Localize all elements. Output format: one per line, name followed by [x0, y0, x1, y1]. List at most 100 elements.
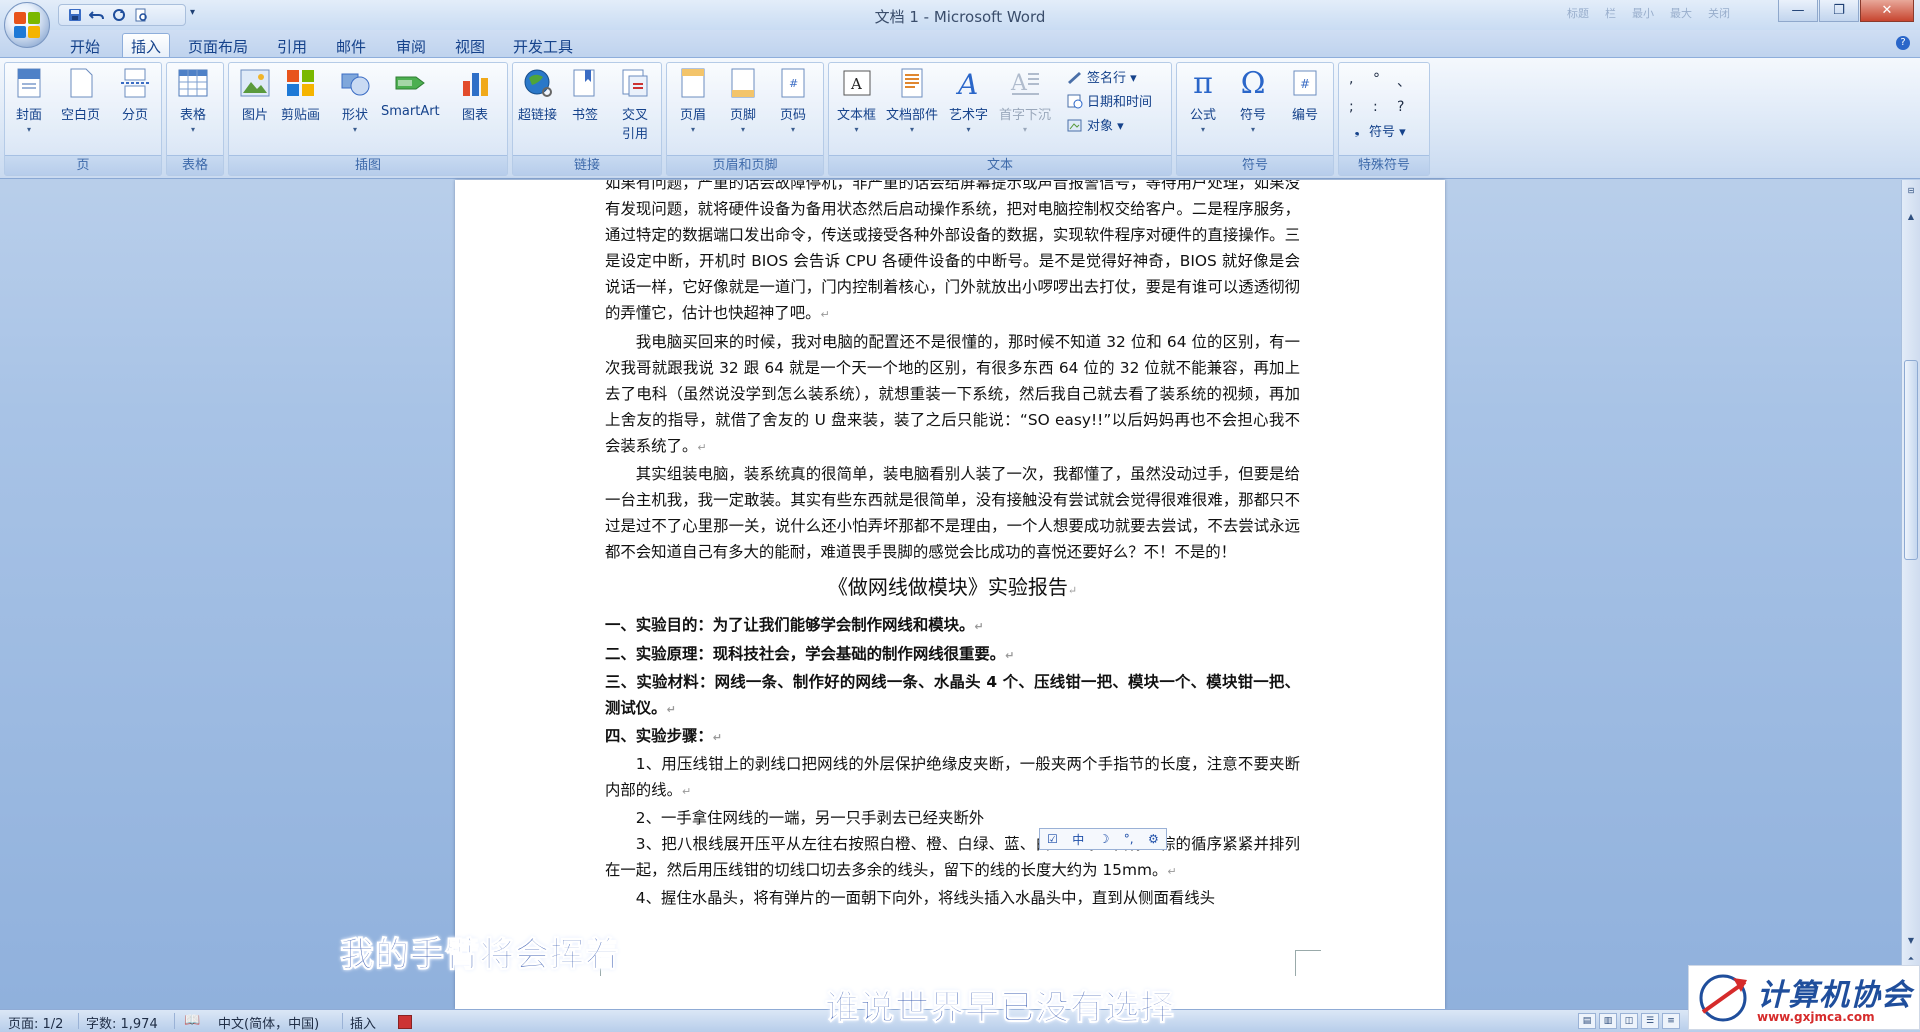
footer-button[interactable]: 页脚 ▾ — [727, 67, 759, 134]
svg-text:A: A — [850, 75, 862, 93]
full-screen-reading-icon[interactable]: ▥ — [1599, 1013, 1617, 1029]
table-button[interactable]: 表格 ▾ — [177, 67, 209, 134]
close-button[interactable]: ✕ — [1860, 0, 1914, 22]
word-count[interactable]: 字数: 1,974 — [86, 1013, 158, 1032]
quick-parts-button[interactable]: 文档部件 ▾ — [886, 67, 938, 134]
button-label: 页码 — [779, 108, 806, 123]
tab-insert[interactable]: 插入 — [122, 33, 171, 58]
svg-text:#: # — [789, 77, 798, 90]
document-text[interactable]: 如果有问题，严重的话会故障停机，非严重的话会给屏幕提示或声音报警信号，等待用户处… — [605, 180, 1300, 911]
scrollbar-thumb[interactable] — [1904, 360, 1918, 560]
tab-view[interactable]: 视图 — [455, 34, 485, 57]
help-icon[interactable]: ? — [1896, 36, 1910, 50]
ime-toggle-icon[interactable]: ☑ — [1047, 832, 1058, 846]
group-label: 文本 — [829, 155, 1171, 175]
clip-art-button[interactable]: 剪贴画 — [281, 67, 320, 123]
group-label: 插图 — [229, 155, 507, 175]
page-number-button[interactable]: # 页码 ▾ — [777, 67, 809, 134]
restore-button[interactable]: ❐ — [1819, 0, 1859, 22]
minimize-button[interactable]: — — [1778, 0, 1818, 22]
tab-references[interactable]: 引用 — [277, 34, 307, 57]
group-label: 页眉和页脚 — [667, 155, 823, 175]
chart-button[interactable]: 图表 — [459, 67, 491, 123]
view-buttons: ▤ ▥ ◫ ☰ ≡ — [1578, 1013, 1680, 1029]
insert-mode[interactable]: 插入 — [350, 1013, 376, 1032]
language-indicator[interactable]: 中文(简体，中国) — [218, 1013, 319, 1032]
symbol-button[interactable]: Ω 符号 ▾ — [1237, 66, 1269, 135]
group-illustrations: 图片 剪贴画 形状 ▾ SmartArt 图表 插图 — [228, 62, 508, 176]
vertical-scrollbar[interactable]: ⊟ ▲ ▼ ⏶ ● ⏷ — [1901, 180, 1920, 1009]
symbol-colon[interactable]: : — [1373, 99, 1397, 115]
scroll-down-icon[interactable]: ▼ — [1904, 934, 1918, 948]
symbol-dunhao[interactable]: 、 — [1397, 71, 1421, 91]
cover-page-button[interactable]: 封面 ▾ — [13, 67, 45, 134]
blank-page-icon — [65, 67, 97, 99]
ribbon: 封面 ▾ 空白页 分页 页 表格 ▾ 表格 图片 剪贴画 形状 ▾ SmartA… — [0, 57, 1920, 179]
moon-icon[interactable]: ☽ — [1099, 832, 1110, 846]
outline-view-icon[interactable]: ☰ — [1641, 1013, 1659, 1029]
page-break-button[interactable]: 分页 — [119, 67, 151, 123]
wordart-icon: A — [953, 67, 985, 99]
tab-developer[interactable]: 开发工具 — [513, 34, 573, 57]
step-paragraph: 3、把八根线展开压平从左往右按照白橙、橙、白绿、蓝、白蓝、绿、白棕、棕的循序紧紧… — [605, 835, 1300, 880]
title-bar: ▾ 文档 1 - Microsoft Word 标题 栏 最小 最大 关闭 — … — [0, 0, 1920, 30]
draft-view-icon[interactable]: ≡ — [1662, 1013, 1680, 1029]
gear-icon[interactable]: ⚙ — [1148, 832, 1159, 846]
tab-home[interactable]: 开始 — [70, 34, 100, 57]
button-label: 形状 — [341, 108, 368, 123]
object-button[interactable]: 对象 ▾ — [1067, 115, 1124, 134]
header-button[interactable]: 页眉 ▾ — [677, 67, 709, 134]
cover-page-icon — [13, 67, 45, 99]
symbol-question[interactable]: ? — [1397, 99, 1421, 115]
dropdown-arrow-icon: ▾ — [1200, 125, 1205, 134]
tab-mailings[interactable]: 邮件 — [336, 34, 366, 57]
drop-cap-button[interactable]: A 首字下沉 ▾ — [999, 67, 1051, 134]
button-label: 表格 — [179, 108, 206, 123]
tab-page-layout[interactable]: 页面布局 — [188, 34, 248, 57]
button-label: 分页 — [121, 108, 148, 123]
print-layout-view-icon[interactable]: ▤ — [1578, 1013, 1596, 1029]
smartart-button[interactable]: SmartArt — [381, 67, 440, 119]
signature-pen-icon — [1067, 69, 1083, 85]
hyperlink-button[interactable]: 超链接 — [518, 67, 557, 123]
ime-chinese-mode[interactable]: 中 — [1072, 831, 1084, 848]
ruler-toggle-icon[interactable]: ⊟ — [1904, 184, 1918, 198]
previous-page-icon[interactable]: ⏶ — [1904, 952, 1918, 966]
cross-reference-button[interactable]: 交叉引用 — [619, 67, 651, 142]
picture-button[interactable]: 图片 — [239, 67, 271, 123]
macro-record-icon[interactable] — [398, 1015, 412, 1029]
tab-review[interactable]: 审阅 — [396, 34, 426, 57]
button-label: 交叉引用 — [621, 108, 648, 142]
signature-line-button[interactable]: 签名行 ▾ — [1067, 67, 1137, 86]
smartart-icon — [394, 67, 426, 99]
wordart-button[interactable]: A 艺术字 ▾ — [949, 67, 988, 134]
web-layout-icon[interactable]: ◫ — [1620, 1013, 1638, 1029]
shapes-button[interactable]: 形状 ▾ — [339, 67, 371, 134]
group-links: 超链接 书签 交叉引用 链接 — [512, 62, 662, 176]
button-label: 编号 — [1291, 108, 1318, 123]
group-label: 链接 — [513, 155, 661, 175]
symbol-comma[interactable]: , — [1349, 71, 1373, 91]
date-time-button[interactable]: 日期和时间 — [1067, 91, 1152, 110]
svg-text:A: A — [1010, 71, 1028, 96]
text-box-button[interactable]: A 文本框 ▾ — [837, 67, 876, 134]
symbol-degree[interactable]: ° — [1373, 71, 1397, 91]
special-symbol-button[interactable]: ❟ 符号 ▾ — [1349, 121, 1406, 140]
blank-page-button[interactable]: 空白页 — [61, 67, 100, 123]
button-label: 页眉 — [679, 108, 706, 123]
button-label: 空白页 — [61, 108, 101, 123]
equation-button[interactable]: π 公式 ▾ — [1187, 66, 1219, 135]
document-page[interactable]: 如果有问题，严重的话会故障停机，非严重的话会给屏幕提示或声音报警信号，等待用户处… — [455, 180, 1445, 1009]
page-count[interactable]: 页面: 1/2 — [8, 1013, 63, 1032]
office-button[interactable] — [4, 2, 50, 48]
special-symbol-grid: , ° 、 ; : ? — [1349, 71, 1421, 115]
scroll-up-icon[interactable]: ▲ — [1904, 210, 1918, 224]
button-label: 符号 ▾ — [1369, 125, 1406, 140]
proofing-icon[interactable]: 📖 — [184, 1013, 200, 1028]
symbol-semicolon[interactable]: ; — [1349, 99, 1373, 115]
dropdown-arrow-icon: ▾ — [26, 125, 31, 134]
punctuation-icon[interactable]: °, — [1124, 832, 1134, 846]
bookmark-button[interactable]: 书签 — [569, 67, 601, 123]
number-button[interactable]: # 编号 — [1289, 67, 1321, 123]
button-label: 文本框 — [837, 108, 877, 123]
